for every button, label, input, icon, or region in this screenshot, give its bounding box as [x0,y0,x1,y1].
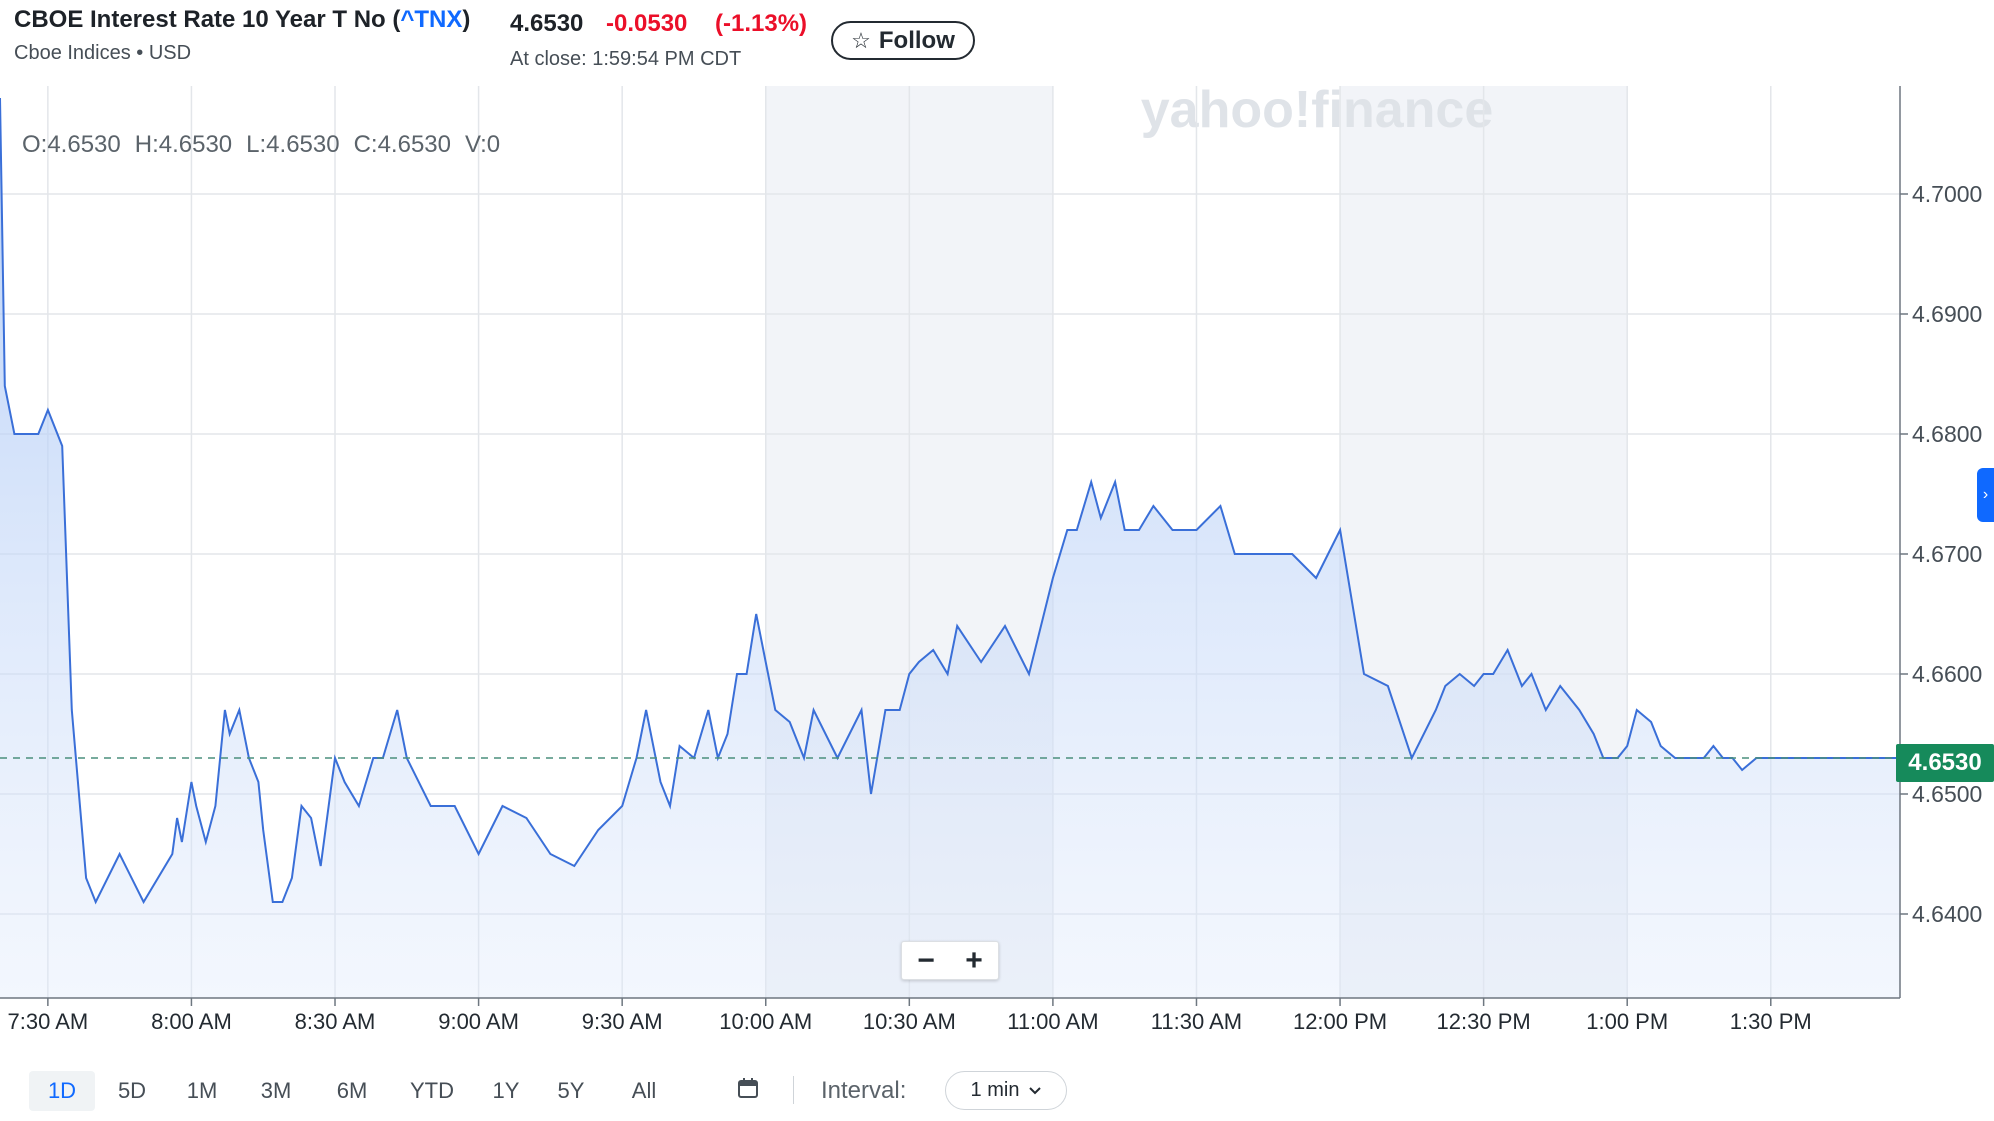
range-button-6m[interactable]: 6M [322,1071,382,1111]
x-tick-label: 10:30 AM [863,1009,956,1034]
x-tick-label: 9:00 AM [438,1009,519,1034]
follow-button[interactable]: ☆ Follow [831,21,975,60]
zoom-out-button[interactable]: − [902,942,950,979]
chevron-down-icon [1029,1086,1042,1094]
x-tick-label: 7:30 AM [7,1009,88,1034]
close-time: At close: 1:59:54 PM CDT [510,48,742,70]
yahoo-finance-watermark: yahoo!finance [1141,86,1494,139]
range-button-1y[interactable]: 1Y [478,1071,534,1111]
instrument-name: CBOE Interest Rate 10 Year T No ( [14,6,401,33]
y-tick-label: 4.6600 [1912,661,1982,687]
interval-label: Interval: [821,1077,907,1104]
x-tick-label: 9:30 AM [582,1009,663,1034]
exchange-currency: Cboe Indices • USD [14,42,192,64]
ohlc-close: C:4.6530 [353,131,451,158]
y-tick-label: 4.6400 [1912,901,1982,927]
y-axis-ticks: 4.6400 4.6500 4.6600 4.6700 4.6800 4.6900 4.70… [1900,181,1982,927]
x-tick-label: 1:00 PM [1586,1009,1668,1034]
range-button-3m[interactable]: 3M [244,1071,308,1111]
price-chart[interactable]: yahoo!finance 7:30 AM 8:00 AM 8:30 AM 9:00 … [0,86,1994,1036]
ohlc-high: H:4.6530 [134,131,233,158]
price-change-percent: (-1.13%) [715,10,808,37]
follow-label: Follow [878,26,955,54]
last-price-tag: 4.6530 [1896,744,1994,782]
last-price: 4.6530 [510,10,584,37]
quote-header: CBOE Interest Rate 10 Year T No (^TNX) C… [0,0,1994,85]
chevron-right-icon: › [1982,486,1989,503]
calendar-icon[interactable] [737,1077,759,1099]
zoom-in-button[interactable]: + [950,942,998,979]
ohlc-open: O:4.6530 [22,131,121,158]
y-tick-label: 4.6700 [1912,541,1982,567]
x-tick-label: 11:30 AM [1151,1009,1242,1034]
x-tick-label: 12:30 PM [1437,1009,1531,1034]
star-icon: ☆ [851,27,871,53]
title-close-paren: ) [462,6,471,33]
side-panel-toggle[interactable]: › [1977,468,1994,522]
toolbar-divider [793,1076,794,1104]
ohlc-readout: O:4.6530 H:4.6530 L:4.6530 C:4.6530 V:0 [22,131,514,159]
range-button-all[interactable]: All [611,1071,677,1111]
x-axis-ticks: 7:30 AM 8:00 AM 8:30 AM 9:00 AM 9:30 AM 10:00… [7,998,1812,1034]
x-tick-label: 8:00 AM [151,1009,232,1034]
price-change: -0.0530 [606,10,688,37]
ohlc-volume: V:0 [464,131,501,158]
ohlc-low: L:4.6530 [246,131,340,158]
x-tick-label: 12:00 PM [1293,1009,1387,1034]
zoom-controls: − + [901,941,999,980]
y-tick-label: 4.7000 [1912,181,1982,207]
y-tick-label: 4.6900 [1912,301,1982,327]
range-button-ytd[interactable]: YTD [399,1071,465,1111]
interval-value: 1 min [970,1079,1020,1101]
range-button-5d[interactable]: 5D [104,1071,160,1111]
range-button-5y[interactable]: 5Y [543,1071,599,1111]
x-tick-label: 10:00 AM [719,1009,812,1034]
range-button-1m[interactable]: 1M [174,1071,230,1111]
interval-select[interactable]: 1 min [945,1071,1067,1110]
x-tick-label: 8:30 AM [295,1009,376,1034]
x-tick-label: 1:30 PM [1730,1009,1812,1034]
range-button-1d[interactable]: 1D [29,1071,95,1111]
x-tick-label: 11:00 AM [1007,1009,1098,1034]
y-tick-label: 4.6500 [1912,781,1982,807]
y-tick-label: 4.6800 [1912,421,1982,447]
ticker-symbol[interactable]: ^TNX [400,6,462,33]
quote-title: CBOE Interest Rate 10 Year T No (^TNX) [14,6,470,34]
